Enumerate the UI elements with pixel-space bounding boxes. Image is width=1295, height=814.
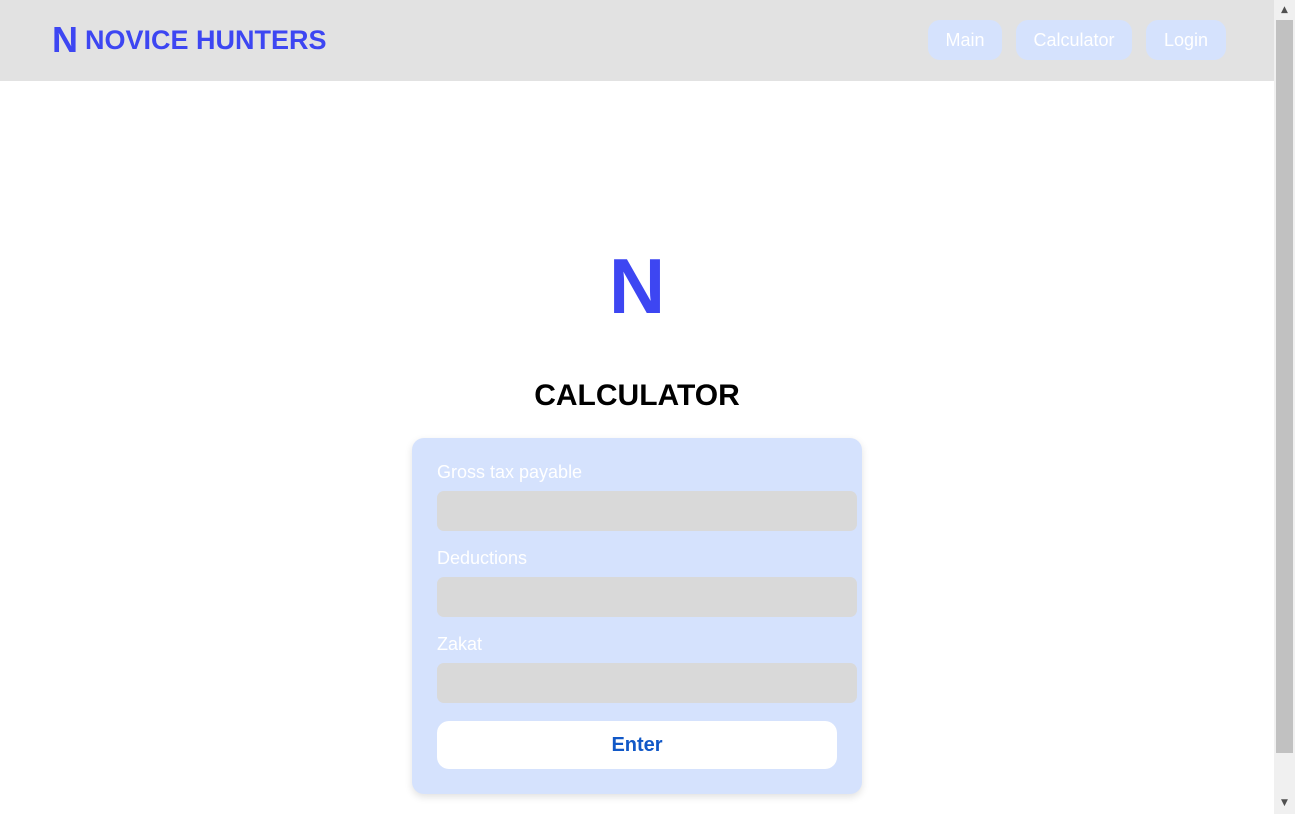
vertical-scrollbar[interactable]: ▲ ▼ [1274, 0, 1295, 814]
page: N NOVICE HUNTERS Main Calculator Login N… [0, 0, 1274, 814]
deductions-label: Deductions [437, 548, 528, 568]
deductions-input[interactable] [437, 577, 857, 617]
zakat-label: Zakat [437, 634, 483, 654]
nav-links: Main Calculator Login [928, 20, 1226, 60]
hero-logo-icon: N [608, 242, 666, 330]
gross-tax-input[interactable] [437, 491, 857, 531]
scroll-up-arrow-icon[interactable]: ▲ [1274, 2, 1295, 19]
calculator-form: Gross tax payable Deductions Zakat Enter [412, 438, 862, 794]
brand-name: NOVICE HUNTERS [85, 25, 327, 55]
nav-calculator-button[interactable]: Calculator [1016, 20, 1132, 60]
scroll-down-arrow-icon[interactable]: ▼ [1274, 795, 1295, 812]
zakat-input[interactable] [437, 663, 857, 703]
brand-logo[interactable]: N NOVICE HUNTERS [52, 22, 327, 58]
gross-tax-label: Gross tax payable [437, 462, 583, 482]
brand-mark-icon: N [52, 19, 78, 60]
enter-button[interactable]: Enter [437, 721, 837, 769]
page-title: CALCULATOR [534, 379, 740, 412]
navbar: N NOVICE HUNTERS Main Calculator Login [0, 0, 1274, 81]
scrollbar-thumb[interactable] [1276, 20, 1293, 753]
nav-main-button[interactable]: Main [928, 20, 1002, 60]
nav-login-button[interactable]: Login [1146, 20, 1226, 60]
